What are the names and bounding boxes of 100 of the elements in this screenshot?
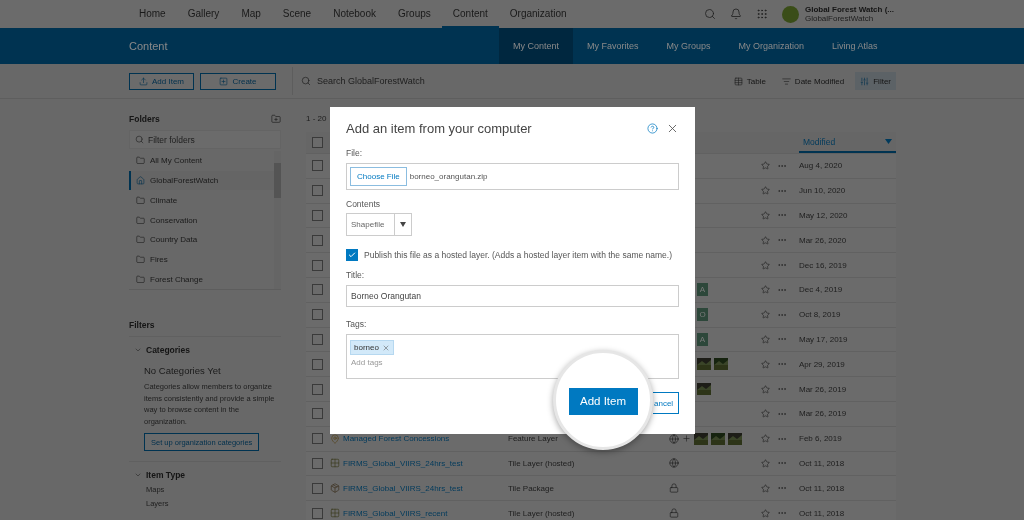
search-icon: [301, 76, 311, 86]
star-icon: [761, 186, 770, 196]
notification-bell-icon: [729, 8, 742, 20]
nav-link[interactable]: Organization: [498, 0, 578, 28]
content-tab[interactable]: My Groups: [652, 28, 725, 64]
row-checkbox[interactable]: [312, 358, 323, 370]
select-all-checkbox[interactable]: [312, 137, 323, 148]
star-icon: [761, 409, 770, 419]
modified-date-cell-text: Apr 29, 2019: [799, 359, 846, 369]
check-icon: [348, 251, 356, 259]
avatar[interactable]: [781, 5, 799, 23]
row-checkbox[interactable]: [312, 457, 323, 469]
tiles-icon: [330, 458, 340, 469]
row-checkbox[interactable]: [312, 284, 323, 296]
content-tab[interactable]: My Organization: [724, 28, 819, 64]
lock-icon: [669, 508, 679, 519]
nav-link[interactable]: Notebook: [322, 0, 387, 28]
star-icon: [761, 384, 770, 394]
search-icon: [703, 8, 716, 20]
modified-date-cell-text: Mar 26, 2019: [799, 409, 848, 419]
folder-item[interactable]: Climate: [129, 190, 274, 211]
folder-item[interactable]: Forest Change: [129, 269, 274, 289]
modified-date-cell-text: Mar 26, 2019: [799, 384, 848, 394]
dialog-title: Add an item from your computer: [346, 121, 533, 136]
content-tab[interactable]: My Favorites: [573, 28, 653, 64]
help-icon: [647, 123, 658, 134]
row-checkbox[interactable]: [312, 482, 323, 494]
tag-chip[interactable]: borneo: [350, 340, 394, 355]
chevron-icon: [134, 471, 142, 479]
item-title-link[interactable]: FIRMS_Global_VIIRS_24hrs_test: [330, 458, 508, 469]
filters-heading: Filters: [129, 320, 281, 337]
row-checkbox[interactable]: [312, 309, 323, 321]
item-type-cell-text: Tile Package: [508, 483, 555, 493]
file-field[interactable]: Choose File borneo_orangutan.zip: [346, 163, 679, 190]
row-checkbox[interactable]: [312, 234, 323, 246]
upload-icon: [139, 76, 148, 86]
item-type-cell-text: Tile Layer (hosted): [508, 458, 576, 468]
folders-heading: Folders: [129, 114, 160, 124]
nav-link[interactable]: Map: [230, 0, 272, 28]
item-title-link[interactable]: FIRMS_Global_VIIRS_24hrs_test: [330, 483, 508, 494]
row-checkbox[interactable]: [312, 333, 323, 345]
folder-icon: [136, 195, 145, 205]
account-username: GlobalForestWatch: [804, 14, 875, 23]
sharing-badge: A: [697, 332, 708, 346]
row-checkbox[interactable]: [312, 210, 323, 221]
filter-icon: [860, 76, 870, 86]
row-checkbox[interactable]: [312, 185, 323, 197]
folder-item[interactable]: Conservation: [129, 210, 274, 230]
content-tab[interactable]: My Content: [499, 28, 574, 64]
row-checkbox[interactable]: [312, 408, 323, 420]
folder-icon: [136, 274, 145, 284]
nav-link[interactable]: Gallery: [176, 0, 231, 28]
folder-item[interactable]: Fires: [129, 249, 274, 270]
item-title-link[interactable]: Managed Forest Concessions: [330, 433, 508, 444]
modified-date-cell-text: Dec 4, 2019: [799, 285, 844, 295]
star-icon: [761, 310, 770, 320]
search-icon: [135, 135, 144, 144]
row-checkbox[interactable]: [312, 160, 323, 172]
choose-file-button[interactable]: Choose File: [350, 167, 407, 186]
star-icon: [761, 483, 770, 493]
row-checkbox[interactable]: [312, 433, 323, 445]
title-input[interactable]: Borneo Orangutan: [346, 285, 679, 307]
row-checkbox[interactable]: [312, 383, 323, 395]
add-item-button[interactable]: Add Item: [568, 387, 638, 415]
view-option-button[interactable]: Date Modified: [776, 72, 850, 90]
publish-checkbox[interactable]: [346, 249, 358, 261]
modified-date-cell-text: May 17, 2019: [799, 334, 849, 344]
filter-folders-field[interactable]: Filter folders: [129, 130, 281, 149]
publish-label: Publish this file as a hosted layer. (Adds a hosted layer item with the same name.): [364, 250, 673, 260]
view-option-button[interactable]: Table: [728, 72, 771, 90]
modified-date-cell-text: Aug 4, 2020: [799, 161, 844, 171]
item-title-link[interactable]: FIRMS_Global_VIIRS_recent: [330, 508, 508, 519]
star-icon: [761, 211, 770, 220]
star-icon: [761, 235, 770, 245]
modified-date-cell-text: Oct 11, 2018: [799, 483, 846, 493]
nav-link[interactable]: Groups: [387, 0, 442, 28]
field-label: Tags:: [346, 319, 368, 329]
modified-date-cell-text: Oct 8, 2019: [799, 310, 842, 320]
categories-expander[interactable]: Categories: [129, 345, 281, 355]
star-icon: [761, 508, 770, 518]
toolbar-button[interactable]: Add Item: [129, 72, 194, 90]
content-tab[interactable]: Living Atlas: [818, 28, 892, 64]
search-field[interactable]: Search GlobalForestWatch: [292, 67, 723, 95]
view-option-button[interactable]: Filter: [855, 72, 896, 90]
close-icon: [666, 122, 679, 135]
contents-select[interactable]: Shapefile: [346, 213, 412, 236]
modified-date-cell-text: Mar 26, 2020: [799, 235, 848, 245]
account-name: Global Forest Watch (...: [804, 5, 894, 14]
toolbar-button[interactable]: Create: [200, 72, 276, 90]
item-type-expander[interactable]: Item Type: [129, 470, 281, 480]
modified-date-cell-text: Dec 16, 2019: [799, 260, 848, 270]
package-icon: [330, 483, 340, 494]
nav-link[interactable]: Home: [128, 0, 177, 28]
globe-icon: [669, 433, 679, 444]
row-checkbox[interactable]: [312, 259, 323, 271]
folder-item[interactable]: All My Content: [129, 151, 274, 171]
folder-item[interactable]: Country Data: [129, 229, 274, 250]
nav-link[interactable]: Scene: [271, 0, 323, 28]
cancel-button[interactable]: ancel: [653, 392, 679, 414]
row-checkbox[interactable]: [312, 507, 323, 519]
